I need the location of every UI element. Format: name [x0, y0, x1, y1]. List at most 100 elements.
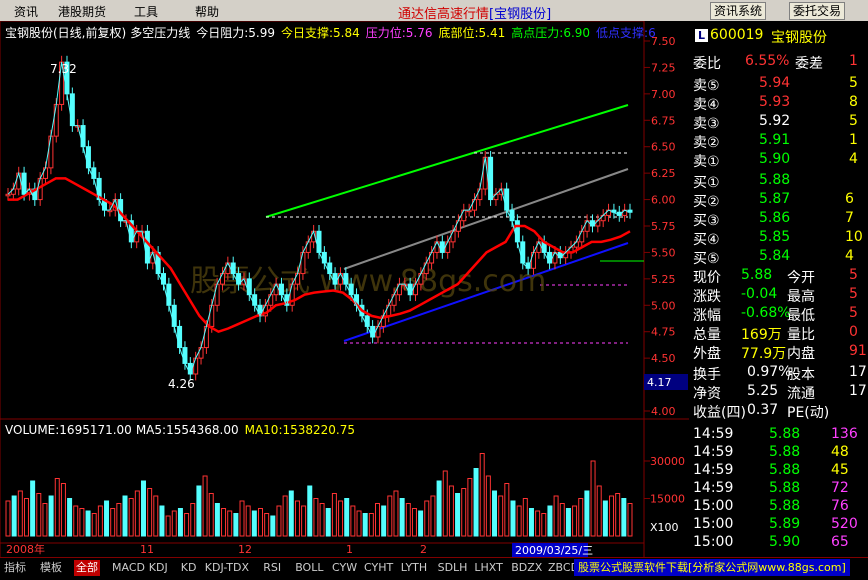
tab-全部[interactable]: 全部 [74, 560, 100, 576]
price-tick-1: 7.25 [651, 61, 676, 74]
volume-tick-0: 30000 [650, 455, 685, 468]
volume-bar [541, 513, 547, 537]
candle-body [509, 209, 515, 222]
volume-bar [221, 508, 227, 537]
candle-body [214, 283, 220, 306]
ad-banner[interactable]: 股票公式股票软件下载[分析家公式网www.88gs.com] [574, 559, 850, 576]
volume-bar [350, 505, 356, 537]
volume-bar [17, 490, 23, 537]
candle-body [80, 125, 86, 148]
volume-bar [159, 505, 165, 537]
tab-模板[interactable]: 模板 [38, 560, 64, 576]
volume-bar [362, 513, 368, 537]
tick-price: 5.90 [769, 534, 801, 550]
order-price: 5.86 [759, 210, 791, 226]
volume-bar [344, 498, 350, 537]
volume-bar [399, 498, 405, 537]
volume-bar [79, 508, 85, 537]
news-system-button[interactable]: 资讯系统 [710, 2, 767, 20]
candle-body [477, 188, 483, 201]
volume-bar [301, 505, 307, 537]
tab-kdj[interactable]: KDJ [147, 560, 170, 576]
volume-bar [528, 508, 534, 537]
order-label: 买② [693, 194, 720, 210]
wb-row: 委比 6.55% 委差 1 [689, 52, 868, 72]
volume-bar [584, 490, 590, 537]
tab-lhxt[interactable]: LHXT [472, 560, 504, 576]
stat-row: 现价 5.88 今开 5 [689, 266, 868, 286]
candle-body [343, 273, 349, 285]
volume-bar [128, 498, 134, 537]
buy-row: 买② 5.87 6 [689, 190, 868, 210]
menu-help[interactable]: 帮助 [195, 3, 219, 20]
tab-kdj-tdx[interactable]: KDJ-TDX [203, 560, 251, 576]
volume-bar [202, 475, 208, 537]
volume-bar [184, 513, 190, 537]
stat-value: 5.88 [741, 267, 773, 283]
stat-label: 现价 [693, 270, 721, 286]
tab-bdzx[interactable]: BDZX [509, 560, 544, 576]
tab-sdlh[interactable]: SDLH [436, 560, 470, 576]
tick-time: 14:59 [693, 462, 734, 478]
volume-bar [578, 498, 584, 537]
buy-row: 买⑤ 5.84 4 [689, 247, 868, 267]
order-volume: 8 [849, 94, 858, 110]
tick-row: 14:59 5.88 72 [689, 479, 868, 498]
tab-cyht[interactable]: CYHT [362, 560, 395, 576]
candle-body [252, 294, 258, 306]
candle-body [429, 251, 435, 264]
tab-macd[interactable]: MACD [110, 560, 147, 576]
menu-news[interactable]: 资讯 [14, 3, 38, 20]
logo-icon: L [695, 29, 709, 42]
sell-row: 卖③ 5.92 5 [689, 112, 868, 132]
tab-rsi[interactable]: RSI [261, 560, 283, 576]
candle-body [370, 325, 376, 338]
sell-row: 卖① 5.90 4 [689, 150, 868, 170]
volume-bar [165, 515, 171, 537]
tick-row: 14:59 5.88 136 [689, 425, 868, 444]
time-m12: 12 [238, 543, 252, 556]
tick-row: 15:00 5.90 65 [689, 533, 868, 552]
tab-lyth[interactable]: LYTH [399, 560, 429, 576]
volume-bar [411, 508, 417, 537]
tab-boll[interactable]: BOLL [293, 560, 325, 576]
volume-bar [553, 495, 559, 537]
candle-body [171, 304, 177, 327]
stat-value-2: 5 [849, 267, 858, 283]
order-price: 5.92 [759, 113, 791, 129]
order-volume: 4 [845, 248, 854, 264]
order-price: 5.84 [759, 248, 791, 264]
kline-chart[interactable]: 7.507.257.006.756.506.256.005.755.505.25… [0, 21, 689, 558]
volume-bar [455, 493, 461, 537]
tab-cyw[interactable]: CYW [330, 560, 359, 576]
time-m1: 1 [346, 543, 353, 556]
candle-body [225, 262, 231, 275]
min-label: 4.26 [168, 377, 195, 391]
menu-hk-futures[interactable]: 港股期货 [58, 3, 106, 20]
tick-volume: 45 [831, 462, 849, 478]
stat-row: 涨跌 -0.04 最高 5 [689, 285, 868, 305]
quote-title: L 600019 宝钢股份 [689, 26, 868, 46]
menu-tools[interactable]: 工具 [134, 3, 158, 20]
tab-指标[interactable]: 指标 [2, 560, 28, 576]
candle-body [375, 325, 381, 338]
time-m11: 11 [140, 543, 154, 556]
tick-price: 5.88 [769, 498, 801, 514]
order-volume: 5 [849, 75, 858, 91]
volume-bar [436, 480, 442, 537]
tick-price: 5.88 [769, 426, 801, 442]
volume-bar [196, 485, 202, 537]
stat-value: 0.97% [747, 364, 792, 380]
stat-label-2: 量比 [787, 327, 815, 343]
volume-bar [405, 503, 411, 537]
volume-bar [227, 510, 233, 537]
trade-button[interactable]: 委托交易 [789, 2, 846, 20]
candle-body [579, 230, 585, 243]
order-label: 卖⑤ [693, 78, 720, 94]
candle-body [5, 193, 11, 197]
stat-value-2: 0 [849, 324, 858, 340]
volume-tick-1: 15000 [650, 493, 685, 506]
volume-bar [60, 483, 66, 537]
price-tick-6: 6.00 [651, 194, 676, 207]
tab-kd[interactable]: KD [179, 560, 199, 576]
